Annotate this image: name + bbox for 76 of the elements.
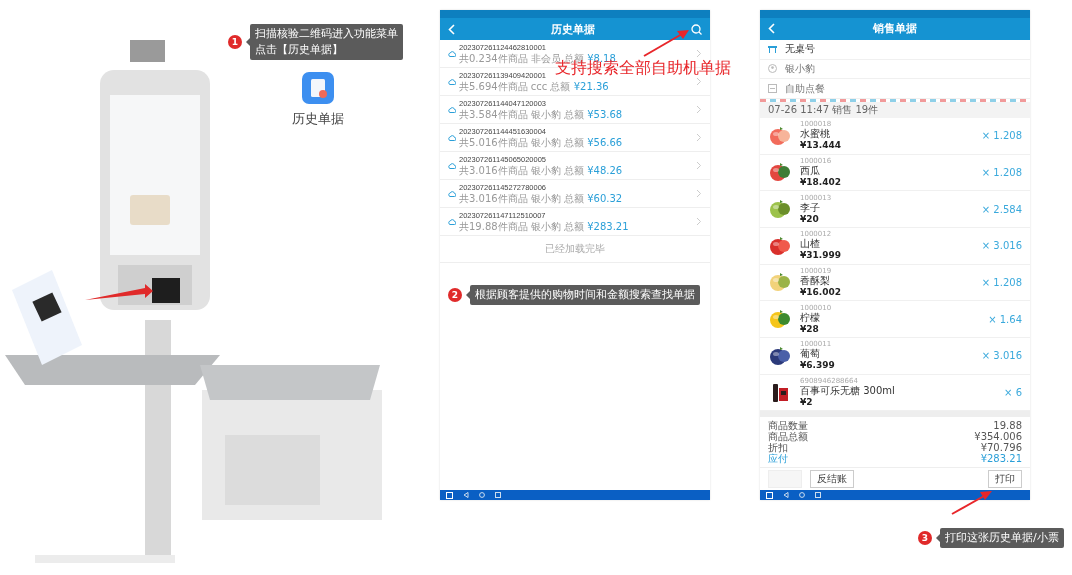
circle-icon[interactable]: [479, 492, 485, 498]
list-end-text: 已经加载完毕: [545, 242, 605, 256]
order-summary: 共5.016件商品 银小豹 总额 ¥56.66: [459, 137, 624, 148]
search-icon[interactable]: [691, 23, 702, 35]
product-quantity: × 1.208: [981, 276, 1022, 288]
sale-header-text: 07-26 11:47 销售 19件: [768, 103, 879, 118]
cloud-icon: [448, 134, 456, 141]
person-icon: [768, 64, 777, 74]
order-summary: 共5.694件商品 ccc 总额 ¥21.36: [459, 81, 610, 92]
back-icon[interactable]: [783, 492, 789, 499]
summary-value: ¥70.796: [980, 442, 1022, 454]
summary-value: ¥354.006: [974, 431, 1022, 443]
product-name: 西瓜: [800, 164, 821, 177]
info-text: 无桌号: [785, 42, 815, 57]
chevron-right-icon: [696, 49, 702, 58]
info-text: 自助点餐: [785, 81, 825, 96]
cloud-icon: [448, 78, 456, 85]
summary-value: 19.88: [993, 420, 1022, 432]
product-quantity: × 3.016: [981, 350, 1022, 362]
product-price: ¥20: [800, 213, 820, 225]
back-icon[interactable]: [463, 492, 469, 498]
home-icon[interactable]: [446, 491, 453, 499]
product-quantity: × 6: [1004, 386, 1022, 398]
chevron-right-icon: [696, 77, 702, 86]
product-price: ¥28: [800, 323, 820, 335]
product-name: 葡萄: [800, 348, 821, 361]
product-price: ¥6.399: [800, 360, 836, 372]
product-name: 山楂: [800, 238, 821, 251]
list-icon: [768, 84, 777, 94]
chevron-right-icon: [696, 189, 702, 198]
chevron-right-icon: [696, 133, 702, 142]
document-app-icon[interactable]: [302, 72, 334, 104]
circle-icon[interactable]: [799, 492, 805, 499]
pointer-arrow: [950, 490, 994, 516]
chevron-right-icon: [696, 217, 702, 226]
product-quantity: × 3.016: [981, 240, 1022, 252]
screen-title: 销售单据: [873, 21, 917, 37]
chevron-right-icon: [696, 161, 702, 170]
product-quantity: × 2.584: [981, 203, 1022, 215]
action-button[interactable]: 反结账: [810, 470, 854, 489]
summary-value: ¥283.21: [980, 453, 1022, 465]
action-button[interactable]: 打印: [988, 470, 1022, 489]
product-name: 水蜜桃: [800, 128, 831, 141]
summary-label: 商品数量: [768, 420, 808, 432]
product-price: ¥13.444: [800, 140, 842, 152]
product-price: ¥18.402: [800, 176, 842, 188]
product-name: 柠檬: [800, 311, 821, 324]
info-text: 银小豹: [785, 61, 815, 76]
summary-label: 商品总额: [768, 431, 808, 443]
cloud-icon: [448, 162, 456, 169]
cloud-icon: [448, 218, 456, 225]
screen-title: 历史单据: [551, 21, 595, 37]
chevron-right-icon: [696, 105, 702, 114]
cloud-icon: [448, 190, 456, 197]
product-quantity: × 1.208: [981, 166, 1022, 178]
product-price: ¥16.002: [800, 286, 842, 298]
product-name: 百事可乐无糖 300ml: [800, 384, 896, 397]
product-name: 李子: [800, 201, 821, 214]
order-summary: 共3.016件商品 银小豹 总额 ¥48.26: [459, 165, 624, 176]
order-summary: 共3.584件商品 银小豹 总额 ¥53.68: [459, 109, 624, 120]
pointer-arrow: [642, 28, 692, 58]
product-quantity: × 1.64: [988, 313, 1022, 325]
home-icon[interactable]: [766, 491, 773, 499]
product-quantity: × 1.208: [981, 130, 1022, 142]
product-price: ¥2: [800, 396, 814, 408]
order-summary: 共19.88件商品 银小豹 总额 ¥283.21: [459, 221, 630, 232]
summary-label: 折扣: [768, 442, 788, 454]
app-label: 历史单据: [292, 110, 344, 128]
table-icon: [768, 45, 777, 54]
order-summary: 共3.016件商品 银小豹 总额 ¥60.32: [459, 193, 624, 204]
product-price: ¥31.999: [800, 250, 842, 262]
cloud-icon: [448, 50, 456, 57]
step-number: 3: [918, 531, 932, 545]
cloud-icon: [448, 106, 456, 113]
product-name: 香酥梨: [800, 274, 831, 287]
summary-label: 应付: [768, 453, 788, 465]
